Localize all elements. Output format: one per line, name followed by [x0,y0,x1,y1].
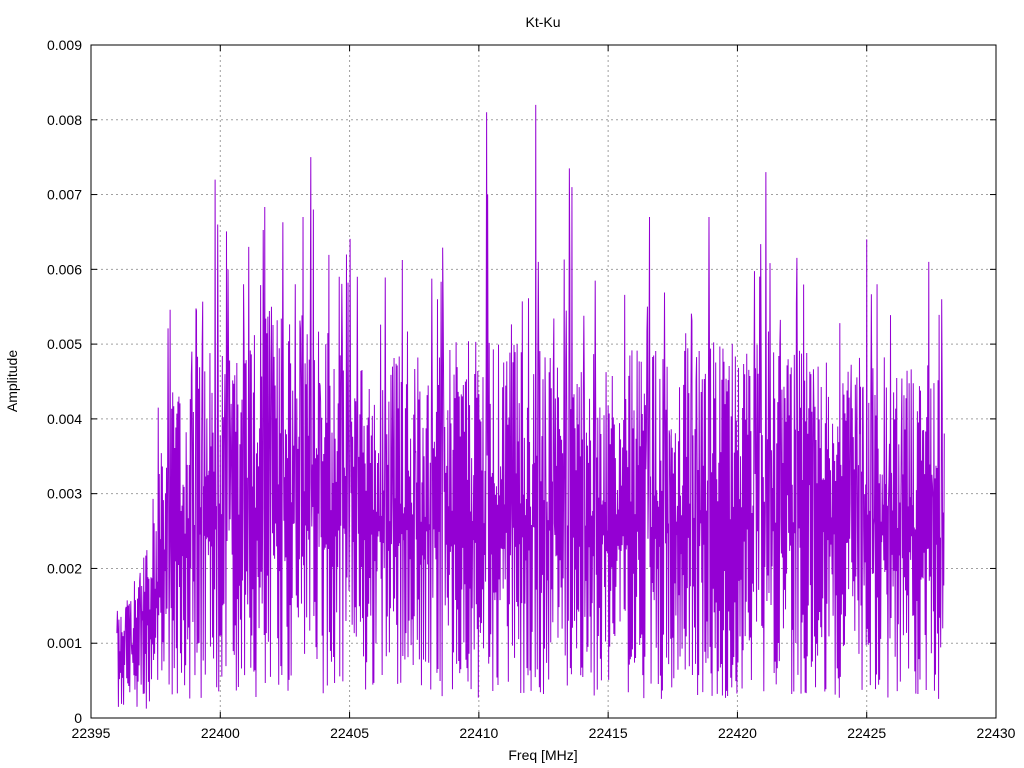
y-tick-label: 0 [74,710,82,726]
chart: Kt-Ku 22395 22400 22405 22410 22415 22420 2242… [4,14,1016,763]
y-tick-label: 0.003 [47,486,82,502]
x-tick-label: 22425 [847,725,886,741]
y-tick-label: 0.007 [47,187,82,203]
x-tick-label: 22410 [459,725,498,741]
y-tick-label: 0.006 [47,261,82,277]
x-tick-label: 22395 [72,725,111,741]
y-tick-label: 0.005 [47,336,82,352]
x-tick-label: 22405 [330,725,369,741]
x-tick-label: 22415 [589,725,628,741]
y-tick-label: 0.004 [47,411,82,427]
series-layer [116,104,945,709]
y-tick-label: 0.001 [47,635,82,651]
y-tick-label: 0.002 [47,560,82,576]
x-tick-label: 22430 [977,725,1016,741]
y-tick-label: 0.008 [47,112,82,128]
y-tick-label: 0.009 [47,37,82,53]
y-axis-label: Amplitude [4,350,20,412]
chart-title: Kt-Ku [525,14,560,30]
series-line [116,104,945,709]
x-tick-label: 22400 [201,725,240,741]
x-tick-label: 22420 [718,725,757,741]
x-axis-label: Freq [MHz] [508,747,577,763]
